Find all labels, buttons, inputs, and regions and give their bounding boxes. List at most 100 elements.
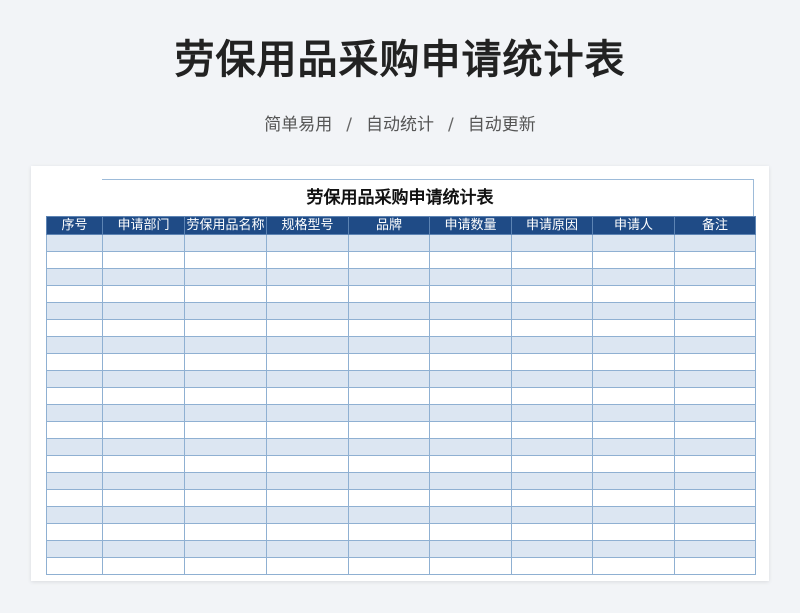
table-cell[interactable] bbox=[184, 370, 267, 388]
table-cell[interactable] bbox=[266, 404, 349, 422]
table-cell[interactable] bbox=[674, 268, 756, 286]
table-cell[interactable] bbox=[348, 268, 430, 286]
table-cell[interactable] bbox=[674, 557, 756, 575]
table-cell[interactable] bbox=[46, 319, 103, 337]
table-cell[interactable] bbox=[266, 506, 349, 524]
table-cell[interactable] bbox=[592, 557, 675, 575]
table-cell[interactable] bbox=[184, 489, 267, 507]
table-cell[interactable] bbox=[592, 540, 675, 558]
table-cell[interactable] bbox=[592, 285, 675, 303]
table-cell[interactable] bbox=[46, 455, 103, 473]
table-cell[interactable] bbox=[46, 268, 103, 286]
table-cell[interactable] bbox=[674, 404, 756, 422]
table-cell[interactable] bbox=[266, 353, 349, 371]
table-cell[interactable] bbox=[102, 268, 185, 286]
table-cell[interactable] bbox=[102, 387, 185, 405]
table-cell[interactable] bbox=[674, 302, 756, 320]
table-cell[interactable] bbox=[266, 489, 349, 507]
table-cell[interactable] bbox=[184, 302, 267, 320]
table-cell[interactable] bbox=[184, 336, 267, 354]
table-cell[interactable] bbox=[184, 557, 267, 575]
table-cell[interactable] bbox=[511, 234, 593, 252]
table-cell[interactable] bbox=[429, 370, 512, 388]
table-cell[interactable] bbox=[674, 489, 756, 507]
table-cell[interactable] bbox=[674, 336, 756, 354]
table-cell[interactable] bbox=[429, 251, 512, 269]
table-cell[interactable] bbox=[674, 438, 756, 456]
table-cell[interactable] bbox=[592, 268, 675, 286]
table-cell[interactable] bbox=[429, 438, 512, 456]
table-cell[interactable] bbox=[46, 523, 103, 541]
table-cell[interactable] bbox=[511, 336, 593, 354]
table-cell[interactable] bbox=[102, 234, 185, 252]
table-cell[interactable] bbox=[674, 523, 756, 541]
table-cell[interactable] bbox=[674, 455, 756, 473]
table-cell[interactable] bbox=[511, 353, 593, 371]
table-cell[interactable] bbox=[592, 234, 675, 252]
table-cell[interactable] bbox=[592, 421, 675, 439]
table-cell[interactable] bbox=[511, 387, 593, 405]
table-cell[interactable] bbox=[184, 285, 267, 303]
table-cell[interactable] bbox=[46, 404, 103, 422]
table-cell[interactable] bbox=[429, 319, 512, 337]
table-cell[interactable] bbox=[429, 557, 512, 575]
column-header[interactable]: 序号 bbox=[46, 216, 103, 235]
table-cell[interactable] bbox=[674, 540, 756, 558]
table-cell[interactable] bbox=[429, 353, 512, 371]
table-cell[interactable] bbox=[429, 336, 512, 354]
table-cell[interactable] bbox=[102, 438, 185, 456]
table-cell[interactable] bbox=[102, 455, 185, 473]
table-cell[interactable] bbox=[184, 506, 267, 524]
column-header[interactable]: 申请部门 bbox=[102, 216, 185, 235]
table-cell[interactable] bbox=[102, 404, 185, 422]
table-cell[interactable] bbox=[429, 404, 512, 422]
table-cell[interactable] bbox=[266, 472, 349, 490]
table-cell[interactable] bbox=[429, 472, 512, 490]
table-cell[interactable] bbox=[674, 421, 756, 439]
table-cell[interactable] bbox=[46, 438, 103, 456]
table-cell[interactable] bbox=[102, 523, 185, 541]
table-cell[interactable] bbox=[429, 455, 512, 473]
table-cell[interactable] bbox=[46, 234, 103, 252]
table-cell[interactable] bbox=[184, 540, 267, 558]
table-cell[interactable] bbox=[102, 319, 185, 337]
table-cell[interactable] bbox=[266, 421, 349, 439]
table-cell[interactable] bbox=[674, 387, 756, 405]
table-cell[interactable] bbox=[184, 523, 267, 541]
table-cell[interactable] bbox=[266, 523, 349, 541]
table-cell[interactable] bbox=[592, 506, 675, 524]
table-cell[interactable] bbox=[102, 489, 185, 507]
table-cell[interactable] bbox=[184, 353, 267, 371]
table-cell[interactable] bbox=[102, 506, 185, 524]
table-cell[interactable] bbox=[348, 353, 430, 371]
table-cell[interactable] bbox=[266, 438, 349, 456]
table-cell[interactable] bbox=[102, 540, 185, 558]
table-cell[interactable] bbox=[102, 421, 185, 439]
table-cell[interactable] bbox=[592, 404, 675, 422]
table-cell[interactable] bbox=[184, 421, 267, 439]
table-cell[interactable] bbox=[184, 234, 267, 252]
table-cell[interactable] bbox=[592, 353, 675, 371]
table-cell[interactable] bbox=[266, 336, 349, 354]
table-cell[interactable] bbox=[674, 234, 756, 252]
table-cell[interactable] bbox=[102, 472, 185, 490]
table-cell[interactable] bbox=[184, 404, 267, 422]
table-cell[interactable] bbox=[674, 285, 756, 303]
table-cell[interactable] bbox=[348, 472, 430, 490]
table-cell[interactable] bbox=[46, 489, 103, 507]
table-cell[interactable] bbox=[511, 438, 593, 456]
table-cell[interactable] bbox=[348, 387, 430, 405]
table-cell[interactable] bbox=[102, 336, 185, 354]
table-cell[interactable] bbox=[429, 285, 512, 303]
table-cell[interactable] bbox=[184, 251, 267, 269]
table-cell[interactable] bbox=[429, 506, 512, 524]
table-cell[interactable] bbox=[592, 251, 675, 269]
table-cell[interactable] bbox=[102, 557, 185, 575]
table-cell[interactable] bbox=[511, 489, 593, 507]
table-cell[interactable] bbox=[429, 268, 512, 286]
table-cell[interactable] bbox=[592, 472, 675, 490]
column-header[interactable]: 品牌 bbox=[348, 216, 430, 235]
table-cell[interactable] bbox=[46, 506, 103, 524]
table-cell[interactable] bbox=[46, 540, 103, 558]
table-cell[interactable] bbox=[511, 540, 593, 558]
